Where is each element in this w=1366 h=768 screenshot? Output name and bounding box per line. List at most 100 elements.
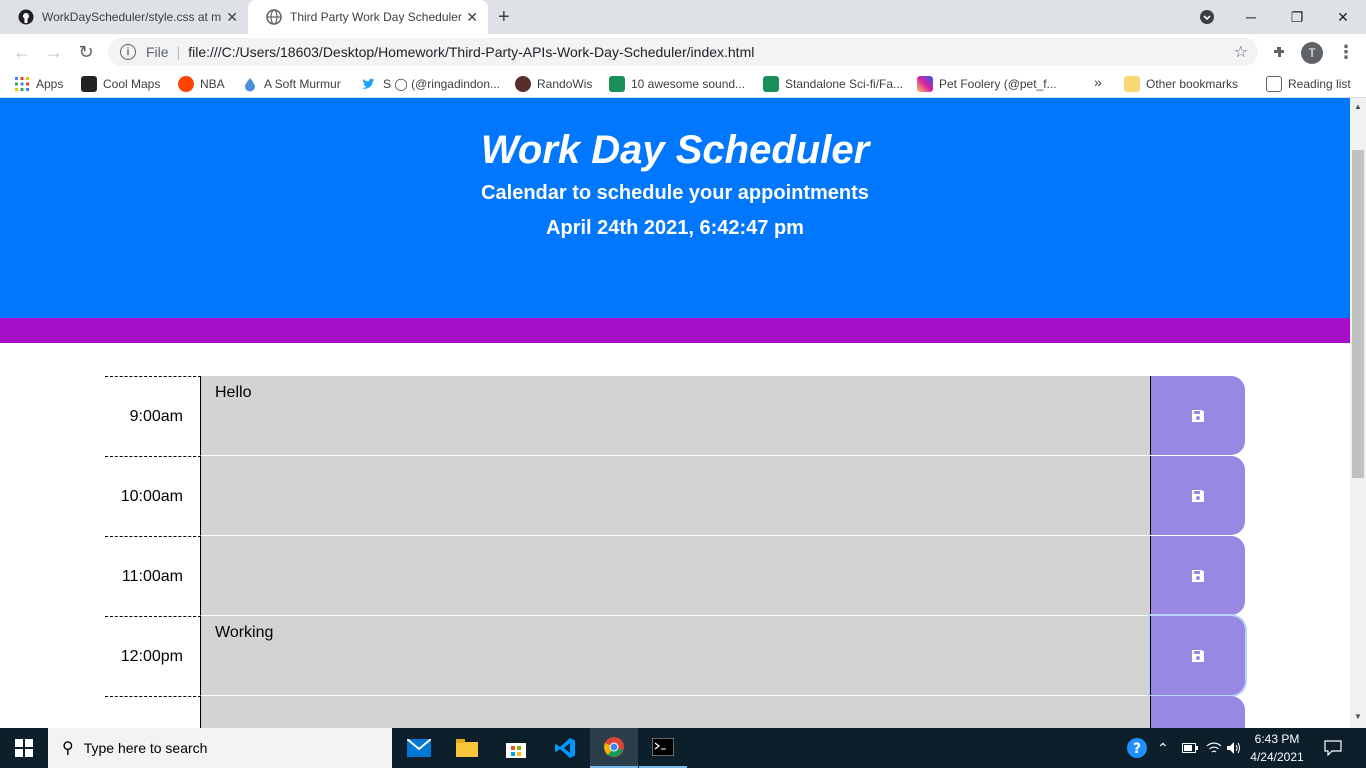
bookmark-star-icon[interactable]: ☆ <box>1234 42 1248 62</box>
tab-work-day-scheduler[interactable]: Third Party Work Day Scheduler ✕ <box>248 0 488 34</box>
bookmark-label: A Soft Murmur <box>264 77 341 91</box>
show-hidden-icons-chevron-icon[interactable]: ⌃ <box>1157 728 1169 768</box>
bookmark-randowis[interactable]: RandoWis <box>515 76 592 92</box>
bookmark-label: Pet Foolery (@pet_f... <box>939 77 1057 91</box>
windows-start-icon[interactable] <box>0 728 48 768</box>
bookmark-pet-foolery[interactable]: Pet Foolery (@pet_f... <box>917 76 1057 92</box>
bookmark-label: 10 awesome sound... <box>631 77 746 91</box>
folder-icon <box>1124 76 1140 92</box>
header-stripe <box>0 318 1350 343</box>
description-textarea[interactable] <box>200 456 1151 536</box>
page-subtitle: Calendar to schedule your appointments <box>481 182 869 204</box>
bookmark-label: Cool Maps <box>103 77 161 91</box>
tab-search-icon[interactable] <box>1184 0 1230 34</box>
bookmarks-overflow-chevron-icon[interactable]: » <box>1094 74 1102 90</box>
wifi-icon[interactable] <box>1206 728 1222 768</box>
save-button[interactable] <box>1150 616 1245 695</box>
floppy-disk-icon <box>1192 569 1204 582</box>
bookmark-label: Other bookmarks <box>1146 77 1239 91</box>
twitter-bird-icon <box>361 76 377 92</box>
page-viewport: Work Day Scheduler Calendar to schedule … <box>0 98 1350 728</box>
url-separator: | <box>176 44 181 60</box>
profile-avatar[interactable]: T <box>1301 42 1323 64</box>
bookmark-label: Apps <box>36 77 64 91</box>
reading-list-icon <box>1266 76 1282 92</box>
tab-close-icon[interactable]: ✕ <box>466 9 478 26</box>
tab-close-icon[interactable]: ✕ <box>226 9 238 26</box>
bookmark-nba[interactable]: NBA <box>178 76 225 92</box>
time-block-row <box>105 696 1245 728</box>
bookmark-label: RandoWis <box>537 77 593 91</box>
page-title: Work Day Scheduler <box>480 128 870 172</box>
browser-toolbar: ← → ↻ i File | file:///C:/Users/18603/De… <box>0 34 1366 70</box>
taskbar-date: 4/24/2021 <box>1250 750 1304 764</box>
bookmark-cool-maps[interactable]: Cool Maps <box>81 76 160 92</box>
reload-icon[interactable]: ↻ <box>74 40 98 64</box>
taskbar-clock[interactable]: 6:43 PM 4/24/2021 <box>1240 730 1314 766</box>
url-scheme: File <box>146 44 169 60</box>
restore-button[interactable]: ❐ <box>1274 0 1320 34</box>
extensions-icon[interactable] <box>1268 40 1292 64</box>
time-block-row: 11:00am <box>105 536 1245 616</box>
forward-arrow-icon[interactable]: → <box>42 40 66 64</box>
bookmark-apps[interactable]: Apps <box>14 76 63 92</box>
github-icon <box>18 9 34 25</box>
floppy-disk-icon <box>1192 489 1204 502</box>
tab-github-style[interactable]: WorkDayScheduler/style.css at m ✕ <box>0 0 248 34</box>
page-scrollbar[interactable]: ▲ ▼ <box>1350 98 1366 728</box>
svg-text:?: ? <box>1133 741 1141 757</box>
save-button[interactable] <box>1150 696 1245 728</box>
minimize-button[interactable]: ─ <box>1228 0 1274 34</box>
scrollbar-thumb[interactable] <box>1352 150 1364 478</box>
bookmark-standalone-scifi[interactable]: Standalone Sci-fi/Fa... <box>763 76 903 92</box>
mail-icon[interactable] <box>395 728 443 768</box>
time-block-row: 12:00pm Working <box>105 616 1245 696</box>
reading-list-button[interactable]: Reading list <box>1266 76 1351 92</box>
menu-kebab-icon[interactable]: ⋮ <box>1334 40 1358 64</box>
file-explorer-icon[interactable] <box>443 728 491 768</box>
taskbar-time: 6:43 PM <box>1254 732 1300 746</box>
vscode-icon[interactable] <box>541 728 589 768</box>
cool-maps-icon <box>81 76 97 92</box>
chrome-icon[interactable] <box>590 728 638 768</box>
close-window-button[interactable]: ✕ <box>1320 0 1366 34</box>
scroll-up-arrow-icon[interactable]: ▲ <box>1354 102 1362 111</box>
bookmark-other-bookmarks[interactable]: Other bookmarks <box>1124 76 1238 92</box>
bookmark-site-icon <box>609 76 625 92</box>
bookmark-10-awesome-sound[interactable]: 10 awesome sound... <box>609 76 745 92</box>
scroll-down-arrow-icon[interactable]: ▼ <box>1354 712 1362 721</box>
bookmark-a-soft-murmur[interactable]: A Soft Murmur <box>242 76 341 92</box>
notifications-icon[interactable] <box>1324 728 1342 768</box>
search-icon: ⚲ <box>62 740 74 757</box>
randowis-icon <box>515 76 531 92</box>
windows-taskbar: ⚲ Type here to search ? ⌃ 6:43 PM 4/24/2… <box>0 728 1366 768</box>
floppy-disk-icon <box>1192 649 1204 662</box>
hour-label: 9:00am <box>105 376 201 456</box>
new-tab-button[interactable]: + <box>498 6 510 29</box>
address-bar[interactable]: i File | file:///C:/Users/18603/Desktop/… <box>108 38 1258 66</box>
battery-icon[interactable] <box>1182 728 1198 768</box>
tab-title: WorkDayScheduler/style.css at m <box>42 10 222 24</box>
bookmarks-bar: Apps Cool Maps NBA A Soft Murmur S ◯ (@r… <box>0 70 1366 98</box>
floppy-disk-icon <box>1192 409 1204 422</box>
hour-label: 10:00am <box>105 456 201 536</box>
save-button[interactable] <box>1150 456 1245 535</box>
url-text[interactable]: file:///C:/Users/18603/Desktop/Homework/… <box>188 44 754 60</box>
store-icon[interactable] <box>492 728 540 768</box>
help-icon[interactable]: ? <box>1126 728 1148 768</box>
back-arrow-icon[interactable]: ← <box>10 40 34 64</box>
bookmark-label: Standalone Sci-fi/Fa... <box>785 77 904 91</box>
time-block-row: 10:00am <box>105 456 1245 536</box>
terminal-icon[interactable] <box>639 728 687 768</box>
description-textarea[interactable]: Hello <box>200 376 1151 456</box>
description-textarea[interactable] <box>200 696 1151 728</box>
bookmark-twitter[interactable]: S ◯ (@ringadindon... <box>361 76 500 92</box>
save-button[interactable] <box>1150 536 1245 615</box>
taskbar-search[interactable]: ⚲ Type here to search <box>48 728 392 768</box>
description-textarea[interactable] <box>200 536 1151 616</box>
bookmark-label: S ◯ (@ringadindon... <box>383 77 500 91</box>
hour-label: 12:00pm <box>105 616 201 696</box>
info-icon[interactable]: i <box>120 44 136 60</box>
description-textarea[interactable]: Working <box>200 616 1151 696</box>
save-button[interactable] <box>1150 376 1245 455</box>
